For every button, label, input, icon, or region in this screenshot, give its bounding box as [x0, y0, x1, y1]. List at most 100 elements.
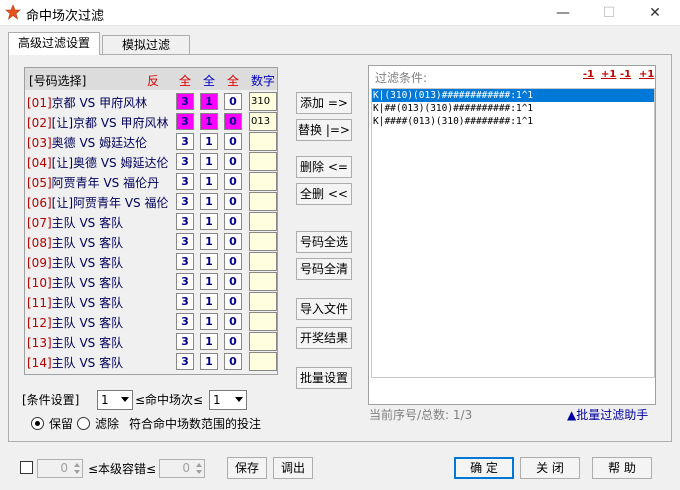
batch-filter-helper-link[interactable]: ▲批量过滤助手 — [567, 406, 648, 423]
close-window-button[interactable]: ✕ — [632, 0, 678, 26]
result-3-toggle[interactable]: 3 — [176, 93, 194, 110]
tolerance-checkbox[interactable] — [20, 461, 33, 474]
save-button[interactable]: 保存 — [227, 457, 267, 479]
result-3-toggle[interactable]: 3 — [176, 313, 194, 330]
number-input[interactable] — [249, 172, 277, 191]
add-button[interactable]: 添加 => — [296, 92, 352, 114]
filter-conditions-list[interactable]: K|(310)(013)############:1^1 K|##(013)(3… — [371, 88, 655, 378]
clear-all-numbers-button[interactable]: 号码全清 — [296, 258, 352, 280]
number-input[interactable] — [249, 252, 277, 271]
result-3-toggle[interactable]: 3 — [176, 153, 194, 170]
filter-condition-item[interactable]: K|(310)(013)############:1^1 — [372, 89, 654, 102]
decrement-min-button[interactable]: -1 — [583, 69, 594, 80]
result-1-toggle[interactable]: 1 — [200, 253, 218, 270]
number-input[interactable] — [249, 212, 277, 231]
number-input[interactable] — [249, 132, 277, 151]
spin-up-icon[interactable] — [74, 463, 80, 467]
help-button[interactable]: 帮 助 — [592, 457, 652, 479]
number-input[interactable] — [249, 192, 277, 211]
result-1-toggle[interactable]: 1 — [200, 233, 218, 250]
number-input[interactable] — [249, 232, 277, 251]
delete-all-button[interactable]: 全删 << — [296, 183, 352, 205]
result-1-toggle[interactable]: 1 — [200, 173, 218, 190]
hit-max-select[interactable]: 1 — [209, 390, 247, 410]
keep-radio-label[interactable]: 保留 — [49, 415, 73, 432]
result-0-toggle[interactable]: 0 — [224, 333, 242, 350]
number-input[interactable]: 310 — [249, 92, 277, 111]
result-1-toggle[interactable]: 1 — [200, 113, 218, 130]
hit-min-select[interactable]: 1 — [97, 390, 133, 410]
increment-min-button[interactable]: +1 — [601, 69, 616, 80]
tab-advanced-filter[interactable]: 高级过滤设置 — [8, 32, 100, 55]
result-1-toggle[interactable]: 1 — [200, 133, 218, 150]
number-input[interactable] — [249, 332, 277, 351]
result-0-toggle[interactable]: 0 — [224, 133, 242, 150]
load-button[interactable]: 调出 — [273, 457, 313, 479]
batch-settings-button[interactable]: 批量设置 — [296, 367, 352, 389]
result-0-toggle[interactable]: 0 — [224, 173, 242, 190]
result-0-toggle[interactable]: 0 — [224, 313, 242, 330]
number-input[interactable] — [249, 272, 277, 291]
result-0-toggle[interactable]: 0 — [224, 253, 242, 270]
result-3-toggle[interactable]: 3 — [176, 253, 194, 270]
result-1-toggle[interactable]: 1 — [200, 313, 218, 330]
number-input[interactable] — [249, 152, 277, 171]
increment-max-button[interactable]: +1 — [639, 69, 654, 80]
result-0-toggle[interactable]: 0 — [224, 113, 242, 130]
invert-all-button[interactable]: 反 — [147, 72, 159, 89]
number-input[interactable] — [249, 292, 277, 311]
number-input[interactable] — [249, 352, 277, 371]
lottery-results-button[interactable]: 开奖结果 — [296, 327, 352, 349]
result-3-toggle[interactable]: 3 — [176, 273, 194, 290]
tolerance-min-spinner[interactable]: 0 — [37, 459, 83, 478]
result-3-toggle[interactable]: 3 — [176, 293, 194, 310]
result-0-toggle[interactable]: 0 — [224, 233, 242, 250]
spin-up-icon[interactable] — [196, 463, 202, 467]
minimize-button[interactable]: — — [540, 0, 586, 26]
result-3-toggle[interactable]: 3 — [176, 233, 194, 250]
result-0-toggle[interactable]: 0 — [224, 193, 242, 210]
filter-out-radio[interactable] — [77, 417, 90, 430]
spin-down-icon[interactable] — [74, 470, 80, 474]
result-3-toggle[interactable]: 3 — [176, 353, 194, 370]
select-all-numbers-button[interactable]: 号码全选 — [296, 231, 352, 253]
delete-button[interactable]: 删除 <= — [296, 156, 352, 178]
result-1-toggle[interactable]: 1 — [200, 273, 218, 290]
result-3-toggle[interactable]: 3 — [176, 133, 194, 150]
keep-radio[interactable] — [31, 417, 44, 430]
maximize-button[interactable]: ☐ — [586, 0, 632, 26]
result-3-toggle[interactable]: 3 — [176, 333, 194, 350]
result-1-toggle[interactable]: 1 — [200, 93, 218, 110]
result-1-toggle[interactable]: 1 — [200, 153, 218, 170]
ok-button[interactable]: 确 定 — [454, 457, 514, 479]
result-1-toggle[interactable]: 1 — [200, 333, 218, 350]
result-0-toggle[interactable]: 0 — [224, 213, 242, 230]
result-0-toggle[interactable]: 0 — [224, 93, 242, 110]
result-0-toggle[interactable]: 0 — [224, 273, 242, 290]
decrement-max-button[interactable]: -1 — [620, 69, 631, 80]
number-input[interactable]: 013 — [249, 112, 277, 131]
select-all-1-button[interactable]: 全 — [203, 72, 215, 89]
select-all-3-button[interactable]: 全 — [179, 72, 191, 89]
replace-button[interactable]: 替换 |=> — [296, 119, 352, 141]
result-3-toggle[interactable]: 3 — [176, 213, 194, 230]
result-3-toggle[interactable]: 3 — [176, 193, 194, 210]
result-1-toggle[interactable]: 1 — [200, 213, 218, 230]
select-all-0-button[interactable]: 全 — [227, 72, 239, 89]
tolerance-max-spinner[interactable]: 0 — [159, 459, 205, 478]
result-0-toggle[interactable]: 0 — [224, 293, 242, 310]
result-0-toggle[interactable]: 0 — [224, 153, 242, 170]
result-1-toggle[interactable]: 1 — [200, 293, 218, 310]
import-file-button[interactable]: 导入文件 — [296, 298, 352, 320]
result-0-toggle[interactable]: 0 — [224, 353, 242, 370]
number-input[interactable] — [249, 312, 277, 331]
filter-out-radio-label[interactable]: 滤除 — [95, 415, 119, 432]
close-button[interactable]: 关 闭 — [520, 457, 580, 479]
result-1-toggle[interactable]: 1 — [200, 353, 218, 370]
tab-simulate-filter[interactable]: 模拟过滤 — [102, 35, 190, 54]
result-3-toggle[interactable]: 3 — [176, 113, 194, 130]
filter-condition-item[interactable]: K|####(013)(310)########:1^1 — [372, 115, 654, 128]
filter-condition-item[interactable]: K|##(013)(310)##########:1^1 — [372, 102, 654, 115]
result-3-toggle[interactable]: 3 — [176, 173, 194, 190]
result-1-toggle[interactable]: 1 — [200, 193, 218, 210]
